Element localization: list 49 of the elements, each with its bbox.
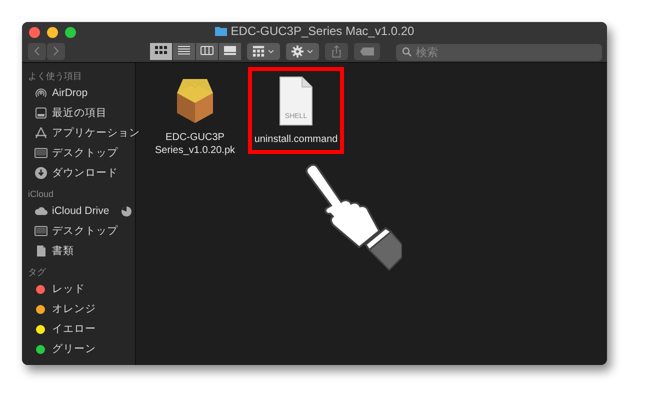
document-icon	[34, 244, 48, 258]
sidebar-heading: iCloud	[28, 188, 55, 201]
file-name: EDC-GUC3P Series_v1.0.20.pk	[154, 131, 236, 157]
chevron-left-icon	[33, 46, 41, 56]
desktop-icon	[34, 224, 48, 238]
view-mode-button[interactable]	[173, 42, 195, 60]
view-mode-button[interactable]	[196, 42, 218, 60]
share-icon	[330, 44, 343, 58]
sidebar-item[interactable]: イエロー	[28, 319, 135, 339]
view-mode-icon	[200, 44, 214, 58]
sidebar-heading: よく使う項目	[28, 70, 83, 83]
sidebar-item[interactable]: iCloud Drive	[28, 201, 135, 221]
desktop-icon	[34, 146, 48, 160]
grid-icon	[252, 44, 265, 58]
search-field[interactable]: 検索	[396, 44, 602, 61]
progress-pie-icon	[121, 206, 132, 216]
back-button[interactable]	[28, 42, 46, 60]
forward-button[interactable]	[47, 42, 65, 60]
sidebar-item[interactable]: ダウンロード	[28, 163, 135, 183]
chevron-right-icon	[52, 46, 60, 56]
file-name: uninstall.command	[253, 133, 339, 146]
sidebar-item[interactable]: グリーン	[28, 339, 135, 359]
sidebar-heading: タグ	[28, 266, 47, 279]
gear-icon	[291, 44, 304, 58]
minimize-button[interactable]	[47, 27, 58, 38]
zoom-button[interactable]	[65, 27, 76, 38]
airdrop-icon	[34, 86, 48, 100]
sidebar-item[interactable]: 書類	[28, 241, 135, 261]
share-button[interactable]	[325, 42, 348, 60]
sidebar-item[interactable]: デスクトップ	[28, 143, 135, 163]
apps-icon	[34, 126, 48, 140]
view-mode-button[interactable]	[150, 42, 172, 60]
window-title: EDC-GUC3P_Series Mac_v1.0.20	[230, 24, 414, 38]
view-mode-icon	[223, 44, 237, 58]
cloud-icon	[34, 204, 48, 218]
sidebar-item[interactable]: オレンジ	[28, 299, 135, 319]
folder-icon	[214, 26, 227, 36]
group-button[interactable]	[247, 42, 280, 60]
sidebar-item[interactable]: 最近の項目	[28, 103, 135, 123]
tag-button[interactable]	[354, 42, 380, 60]
download-icon	[34, 166, 48, 180]
sidebar-item[interactable]: AirDrop	[28, 83, 135, 103]
sidebar-item[interactable]: デスクトップ	[28, 221, 135, 241]
sidebar-item[interactable]: レッド	[28, 279, 135, 299]
tag-icon	[359, 44, 375, 58]
file-item[interactable]: EDC-GUC3P Series_v1.0.20.pk	[150, 69, 240, 161]
close-button[interactable]	[29, 27, 40, 38]
view-mode-button[interactable]	[219, 42, 241, 60]
action-button[interactable]	[286, 42, 319, 60]
